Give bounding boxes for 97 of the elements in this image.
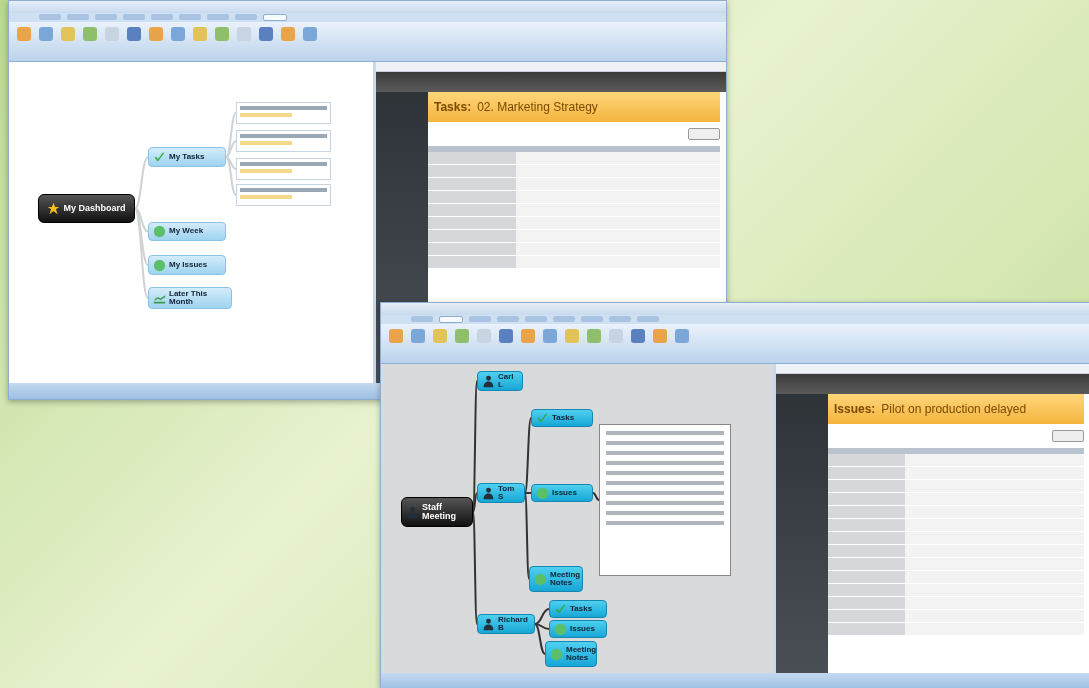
topic-node[interactable]: Meeting Notes <box>545 641 597 667</box>
topic-node[interactable]: Later This Month <box>148 287 232 309</box>
topic-label: My Dashboard <box>63 203 126 214</box>
toolbar-button[interactable] <box>17 27 31 41</box>
topic-label: Richard B <box>498 615 529 633</box>
menu-tab[interactable] <box>207 14 229 20</box>
form-button[interactable] <box>1052 430 1084 442</box>
task-card[interactable] <box>236 102 331 124</box>
person-icon <box>482 617 495 631</box>
topic-node[interactable]: Carl L <box>477 371 523 391</box>
toolbar-button[interactable] <box>83 27 97 41</box>
topic-label: My Week <box>169 227 204 236</box>
central-topic[interactable]: Staff Meeting <box>401 497 473 527</box>
menu-tab[interactable] <box>497 316 519 322</box>
check-icon <box>153 150 166 164</box>
toolbar-button[interactable] <box>237 27 251 41</box>
person-icon <box>482 374 495 388</box>
menu-tab[interactable] <box>581 316 603 322</box>
toolbar-button[interactable] <box>39 27 53 41</box>
topic-node[interactable]: Tasks <box>549 600 607 618</box>
task-card[interactable] <box>236 130 331 152</box>
topic-label: Tasks <box>552 413 575 423</box>
toolbar-button[interactable] <box>631 329 645 343</box>
toolbar-button[interactable] <box>171 27 185 41</box>
menu-tab[interactable] <box>469 316 491 322</box>
topic-node[interactable]: Issues <box>549 620 607 638</box>
toolbar-button[interactable] <box>565 329 579 343</box>
toolbar-button[interactable] <box>499 329 513 343</box>
menu-tab[interactable] <box>637 316 659 322</box>
toolbar-button[interactable] <box>609 329 623 343</box>
menu-tab[interactable] <box>39 14 61 20</box>
menu-tab[interactable] <box>263 14 287 21</box>
page-category: Issues: <box>834 402 876 416</box>
topic-node[interactable]: Issues <box>531 484 593 502</box>
central-topic[interactable]: My Dashboard <box>38 194 135 223</box>
menu-tab[interactable] <box>95 14 117 20</box>
menu-tab[interactable] <box>439 316 463 323</box>
toolbar-button[interactable] <box>455 329 469 343</box>
page-title: Pilot on production delayed <box>881 402 1027 416</box>
topic-label: Carl L <box>498 372 515 390</box>
menu-tab[interactable] <box>411 316 433 322</box>
toolbar-button[interactable] <box>653 329 667 343</box>
check-icon <box>536 411 549 425</box>
toolbar-button[interactable] <box>433 329 447 343</box>
toolbar-button[interactable] <box>411 329 425 343</box>
topic-node[interactable]: My Issues <box>148 255 226 275</box>
menu-tab[interactable] <box>151 14 173 20</box>
toolbar-button[interactable] <box>127 27 141 41</box>
topic-node[interactable]: Meeting Notes <box>529 566 583 592</box>
topic-node[interactable]: Richard B <box>477 614 535 634</box>
topic-label: Issues <box>570 624 595 634</box>
toolbar-button[interactable] <box>105 27 119 41</box>
connector-line <box>592 492 600 501</box>
topic-label: My Tasks <box>169 152 205 162</box>
topic-label: My Issues <box>169 260 208 270</box>
topic-label: Tom S <box>498 484 516 502</box>
check-icon <box>554 602 567 616</box>
topic-label: Issues <box>552 488 577 498</box>
topic-label: Later This Month <box>169 289 209 307</box>
menu-tab[interactable] <box>525 316 547 322</box>
page-title: 02. Marketing Strategy <box>477 100 598 114</box>
topic-node[interactable]: My Tasks <box>148 147 226 167</box>
address-bar[interactable] <box>776 364 1089 374</box>
toolbar-button[interactable] <box>477 329 491 343</box>
toolbar-button[interactable] <box>149 27 163 41</box>
page-category: Tasks: <box>434 100 472 114</box>
toolbar-button[interactable] <box>281 27 295 41</box>
menu-tab[interactable] <box>609 316 631 322</box>
menu-tab[interactable] <box>553 316 575 322</box>
menu-tab[interactable] <box>123 14 145 20</box>
person-icon <box>406 505 419 519</box>
toolbar-button[interactable] <box>215 27 229 41</box>
person-icon <box>482 486 495 500</box>
form-button[interactable] <box>688 128 720 140</box>
toolbar-button[interactable] <box>303 27 317 41</box>
menu-tab[interactable] <box>179 14 201 20</box>
topic-label: Staff Meeting <box>422 502 457 522</box>
toolbar-button[interactable] <box>587 329 601 343</box>
task-card[interactable] <box>236 158 331 180</box>
toolbar-button[interactable] <box>675 329 689 343</box>
topic-node[interactable]: Tom S <box>477 483 525 503</box>
toolbar-button[interactable] <box>521 329 535 343</box>
address-bar[interactable] <box>376 62 726 72</box>
topic-label: Meeting Notes <box>566 645 597 663</box>
star-icon <box>47 202 61 215</box>
topic-node[interactable]: My Week <box>148 222 226 241</box>
toolbar-button[interactable] <box>543 329 557 343</box>
toolbar-button[interactable] <box>61 27 75 41</box>
toolbar-button[interactable] <box>389 329 403 343</box>
topic-label: Meeting Notes <box>550 570 581 588</box>
menu-tab[interactable] <box>235 14 257 20</box>
menu-tab[interactable] <box>67 14 89 20</box>
task-card[interactable] <box>236 184 331 206</box>
toolbar-button[interactable] <box>193 27 207 41</box>
toolbar-button[interactable] <box>259 27 273 41</box>
topic-label: Tasks <box>570 604 593 614</box>
topic-node[interactable]: Tasks <box>531 409 593 427</box>
